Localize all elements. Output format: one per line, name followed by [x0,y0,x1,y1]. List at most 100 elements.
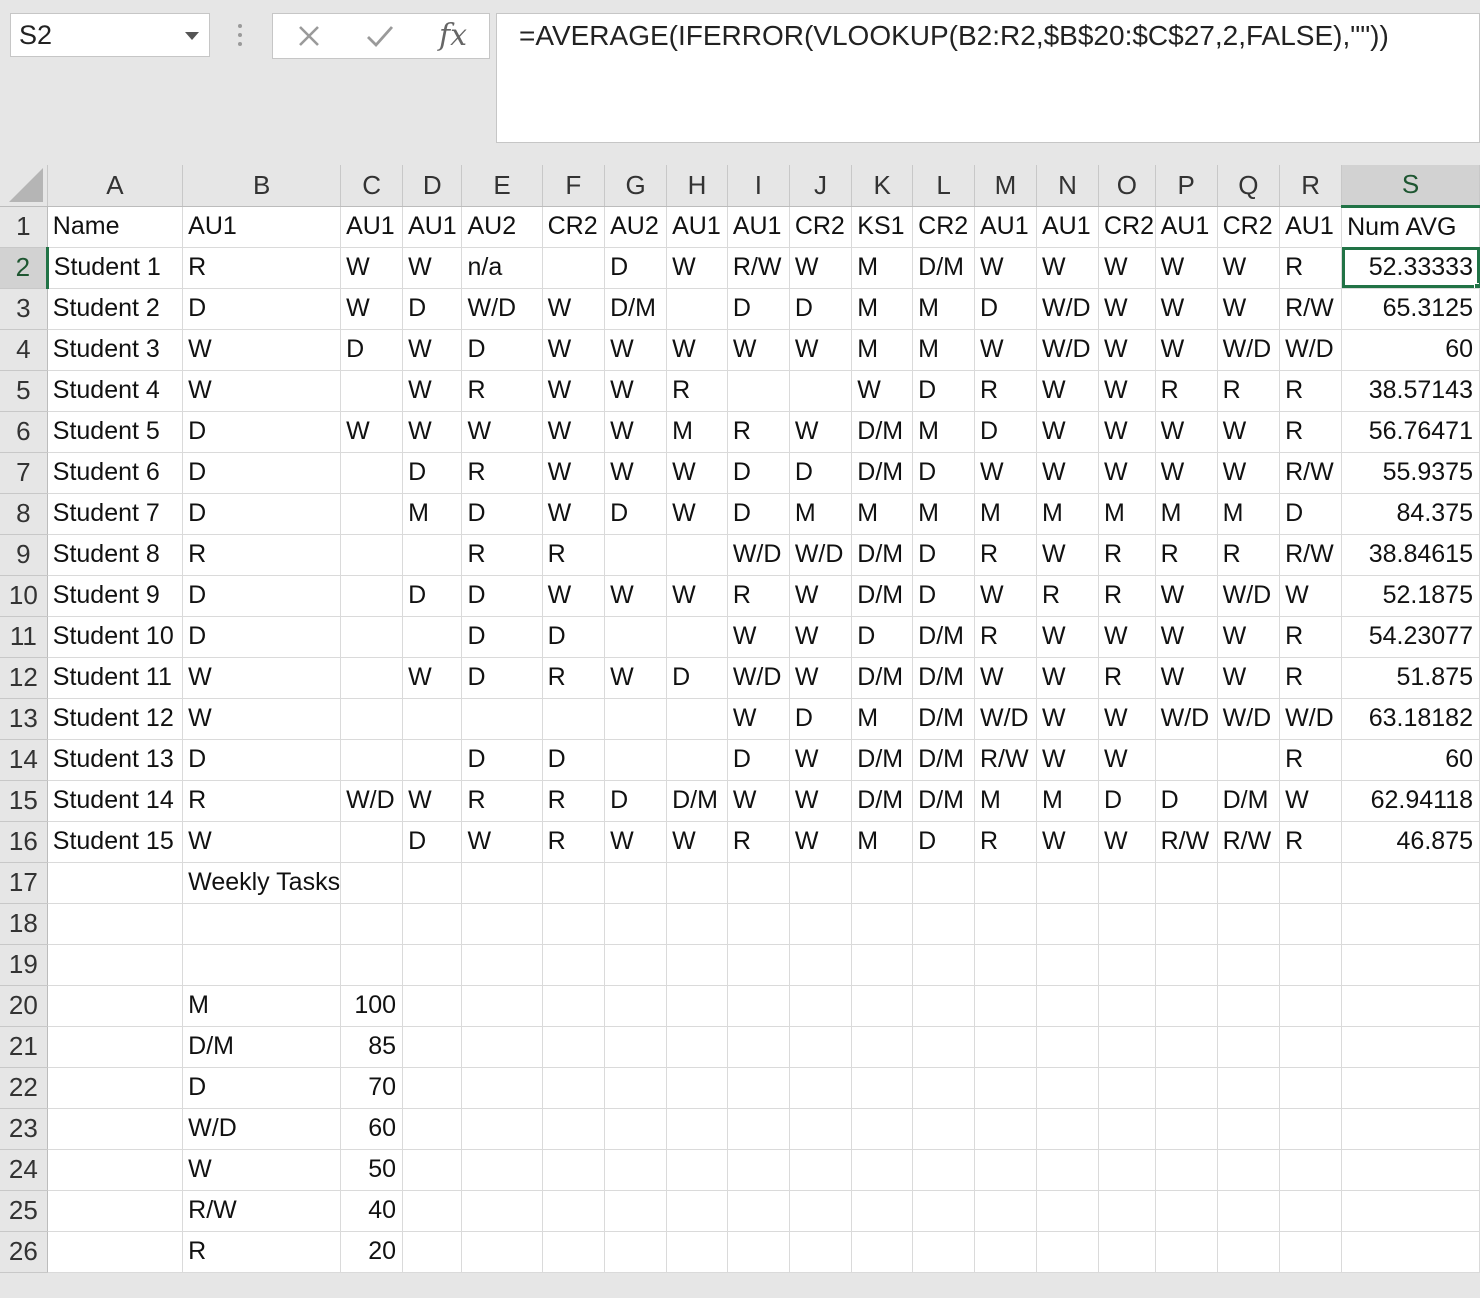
cell-o9[interactable]: R [1098,534,1156,576]
insert-function-icon[interactable]: fx [439,18,467,53]
cell-p6[interactable]: W [1155,411,1218,453]
cell-o24[interactable] [1098,1149,1156,1191]
cell-m6[interactable]: D [974,411,1037,453]
cell-l24[interactable] [912,1149,975,1191]
cell-q24[interactable] [1217,1149,1281,1191]
cell-f5[interactable]: W [542,370,606,412]
cell-b8[interactable]: D [182,493,342,535]
cell-l1[interactable]: CR2 [912,206,975,248]
cell-s10[interactable]: 52.1875 [1341,575,1480,617]
cell-s9[interactable]: 38.84615 [1341,534,1480,576]
cell-f13[interactable] [542,698,606,740]
cell-g22[interactable] [604,1067,668,1109]
cell-s22[interactable] [1341,1067,1480,1109]
cell-k6[interactable]: D/M [851,411,914,453]
cell-s14[interactable]: 60 [1341,739,1480,781]
cell-l23[interactable] [912,1108,975,1150]
cell-o11[interactable]: W [1098,616,1156,658]
row-header-26[interactable]: 26 [0,1231,48,1273]
cell-h19[interactable] [666,944,728,986]
cell-n13[interactable]: W [1036,698,1099,740]
column-header-j[interactable]: J [789,165,853,207]
cell-f22[interactable] [542,1067,606,1109]
cell-b9[interactable]: R [182,534,342,576]
cell-e15[interactable]: R [461,780,543,822]
cell-o12[interactable]: R [1098,657,1156,699]
cell-k4[interactable]: M [851,329,914,371]
cell-f21[interactable] [542,1026,606,1068]
cell-p25[interactable] [1155,1190,1218,1232]
cell-n7[interactable]: W [1036,452,1099,494]
cell-g3[interactable]: D/M [604,288,668,330]
row-header-10[interactable]: 10 [0,575,48,617]
cell-m13[interactable]: W/D [974,698,1037,740]
cell-a9[interactable]: Student 8 [47,534,184,576]
cell-e6[interactable]: W [461,411,543,453]
checkmark-icon[interactable] [365,22,395,50]
cell-d13[interactable] [402,698,463,740]
cell-d11[interactable] [402,616,463,658]
row-header-7[interactable]: 7 [0,452,48,494]
cell-b21[interactable]: D/M [182,1026,342,1068]
cell-l26[interactable] [912,1231,975,1273]
cell-d5[interactable]: W [402,370,463,412]
cell-f2[interactable] [542,247,606,289]
cell-q21[interactable] [1217,1026,1281,1068]
cell-m21[interactable] [974,1026,1037,1068]
cell-c4[interactable]: D [340,329,404,371]
cell-o6[interactable]: W [1098,411,1156,453]
cell-a2[interactable]: Student 1 [47,247,184,289]
cell-l12[interactable]: D/M [912,657,975,699]
cell-n15[interactable]: M [1036,780,1099,822]
cell-r25[interactable] [1279,1190,1343,1232]
cell-b26[interactable]: R [182,1231,342,1273]
cell-k13[interactable]: M [851,698,914,740]
cell-j19[interactable] [789,944,853,986]
cell-k2[interactable]: M [851,247,914,289]
cell-n5[interactable]: W [1036,370,1099,412]
cell-r14[interactable]: R [1279,739,1343,781]
cell-i1[interactable]: AU1 [727,206,790,248]
column-header-k[interactable]: K [851,165,914,207]
cell-o22[interactable] [1098,1067,1156,1109]
cell-c5[interactable] [340,370,404,412]
cell-h22[interactable] [666,1067,728,1109]
cell-e1[interactable]: AU2 [461,206,543,248]
row-header-4[interactable]: 4 [0,329,48,371]
cell-h14[interactable] [666,739,728,781]
cell-j3[interactable]: D [789,288,853,330]
cell-j18[interactable] [789,903,853,945]
cell-c9[interactable] [340,534,404,576]
cell-o25[interactable] [1098,1190,1156,1232]
cell-b22[interactable]: D [182,1067,342,1109]
cell-q10[interactable]: W/D [1217,575,1281,617]
cell-s17[interactable] [1341,862,1480,904]
cell-l16[interactable]: D [912,821,975,863]
cell-b10[interactable]: D [182,575,342,617]
cell-b20[interactable]: M [182,985,342,1027]
cell-o3[interactable]: W [1098,288,1156,330]
cell-q17[interactable] [1217,862,1281,904]
cell-q9[interactable]: R [1217,534,1281,576]
cell-b16[interactable]: W [182,821,342,863]
row-header-13[interactable]: 13 [0,698,48,740]
cell-q20[interactable] [1217,985,1281,1027]
cell-h16[interactable]: W [666,821,728,863]
cell-a14[interactable]: Student 13 [47,739,184,781]
cell-p2[interactable]: W [1155,247,1218,289]
cell-c19[interactable] [340,944,404,986]
cell-r24[interactable] [1279,1149,1343,1191]
cell-m11[interactable]: R [974,616,1037,658]
row-header-14[interactable]: 14 [0,739,48,781]
cell-e21[interactable] [461,1026,543,1068]
column-header-g[interactable]: G [604,165,668,207]
cell-r1[interactable]: AU1 [1279,206,1343,248]
cell-q15[interactable]: D/M [1217,780,1281,822]
cell-e7[interactable]: R [461,452,543,494]
cell-b12[interactable]: W [182,657,342,699]
cell-l3[interactable]: M [912,288,975,330]
cell-b17[interactable]: Weekly Tasks [182,862,342,904]
cell-o14[interactable]: W [1098,739,1156,781]
cell-r16[interactable]: R [1279,821,1343,863]
cell-q7[interactable]: W [1217,452,1281,494]
